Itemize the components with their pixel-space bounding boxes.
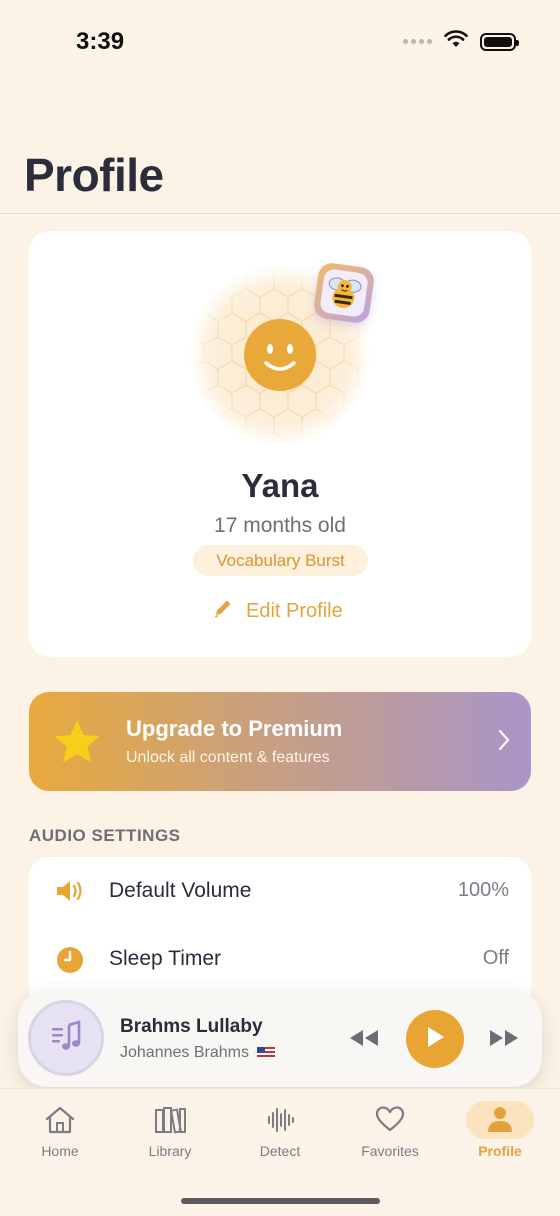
edit-profile-button[interactable]: Edit Profile [212, 597, 343, 625]
setting-row-sleep-timer[interactable]: Sleep Timer Off [29, 925, 531, 993]
section-label-audio-settings: AUDIO SETTINGS [29, 826, 181, 845]
tab-label: Favorites [361, 1143, 419, 1159]
heart-icon [375, 1105, 405, 1138]
fast-forward-button[interactable] [488, 1028, 520, 1053]
premium-title: Upgrade to Premium [126, 716, 343, 741]
status-time: 3:39 [76, 28, 125, 55]
wifi-icon [444, 30, 468, 53]
status-indicators [403, 30, 519, 53]
star-icon [53, 719, 101, 770]
music-note-icon [49, 1019, 83, 1058]
person-icon [486, 1105, 514, 1138]
setting-value: 100% [457, 879, 509, 901]
battery-icon [480, 32, 519, 51]
tab-label: Library [148, 1143, 192, 1159]
stage-badge: Vocabulary Burst [193, 545, 368, 576]
smiley-face-icon [244, 319, 316, 391]
signal-icon [403, 39, 432, 44]
us-flag-icon [256, 1047, 275, 1059]
profile-name: Yana [241, 467, 319, 504]
setting-label: Default Volume [109, 879, 252, 902]
library-icon [153, 1105, 187, 1140]
title-divider [0, 213, 560, 214]
clock-icon [55, 945, 85, 980]
profile-card: Yana 17 months old Vocabulary Burst Edit… [29, 231, 531, 657]
tab-favorites[interactable]: Favorites [345, 1101, 435, 1163]
chevron-right-icon [497, 728, 511, 757]
setting-label: Sleep Timer [109, 947, 222, 970]
premium-subtitle: Unlock all content & features [126, 749, 330, 766]
home-icon [44, 1105, 76, 1140]
status-bar: 3:39 [0, 0, 560, 80]
player-artist-name: Johannes Brahms [120, 1044, 249, 1061]
tab-detect[interactable]: Detect [235, 1101, 325, 1163]
bee-badge-icon[interactable] [312, 261, 376, 325]
tab-home[interactable]: Home [15, 1101, 105, 1163]
tab-label: Profile [478, 1143, 522, 1159]
rewind-button[interactable] [348, 1028, 380, 1053]
album-art [28, 1000, 104, 1076]
player-artist: Johannes Brahms [120, 1044, 275, 1062]
home-indicator[interactable] [181, 1198, 380, 1204]
tab-label: Detect [259, 1143, 301, 1159]
upgrade-premium-banner[interactable]: Upgrade to Premium Unlock all content & … [29, 692, 531, 791]
setting-row-default-volume[interactable]: Default Volume 100% [29, 857, 531, 925]
profile-age: 17 months old [214, 514, 346, 537]
tab-label: Home [41, 1143, 79, 1159]
tab-library[interactable]: Library [125, 1101, 215, 1163]
pencil-icon [212, 597, 234, 625]
page-title: Profile [24, 149, 164, 201]
mini-player[interactable]: Brahms Lullaby Johannes Brahms [18, 990, 542, 1087]
edit-profile-label: Edit Profile [246, 599, 343, 622]
play-icon [424, 1025, 446, 1054]
setting-value: Off [482, 947, 509, 969]
audio-settings-card: Default Volume 100% Sleep Timer Off [29, 857, 531, 1007]
player-track-title: Brahms Lullaby [120, 1016, 263, 1037]
speaker-icon [55, 877, 87, 910]
waveform-icon [265, 1105, 295, 1140]
tab-bar: Home Library Detect Favorites Profile [0, 1088, 560, 1216]
play-button[interactable] [406, 1010, 464, 1068]
tab-profile[interactable]: Profile [455, 1101, 545, 1163]
